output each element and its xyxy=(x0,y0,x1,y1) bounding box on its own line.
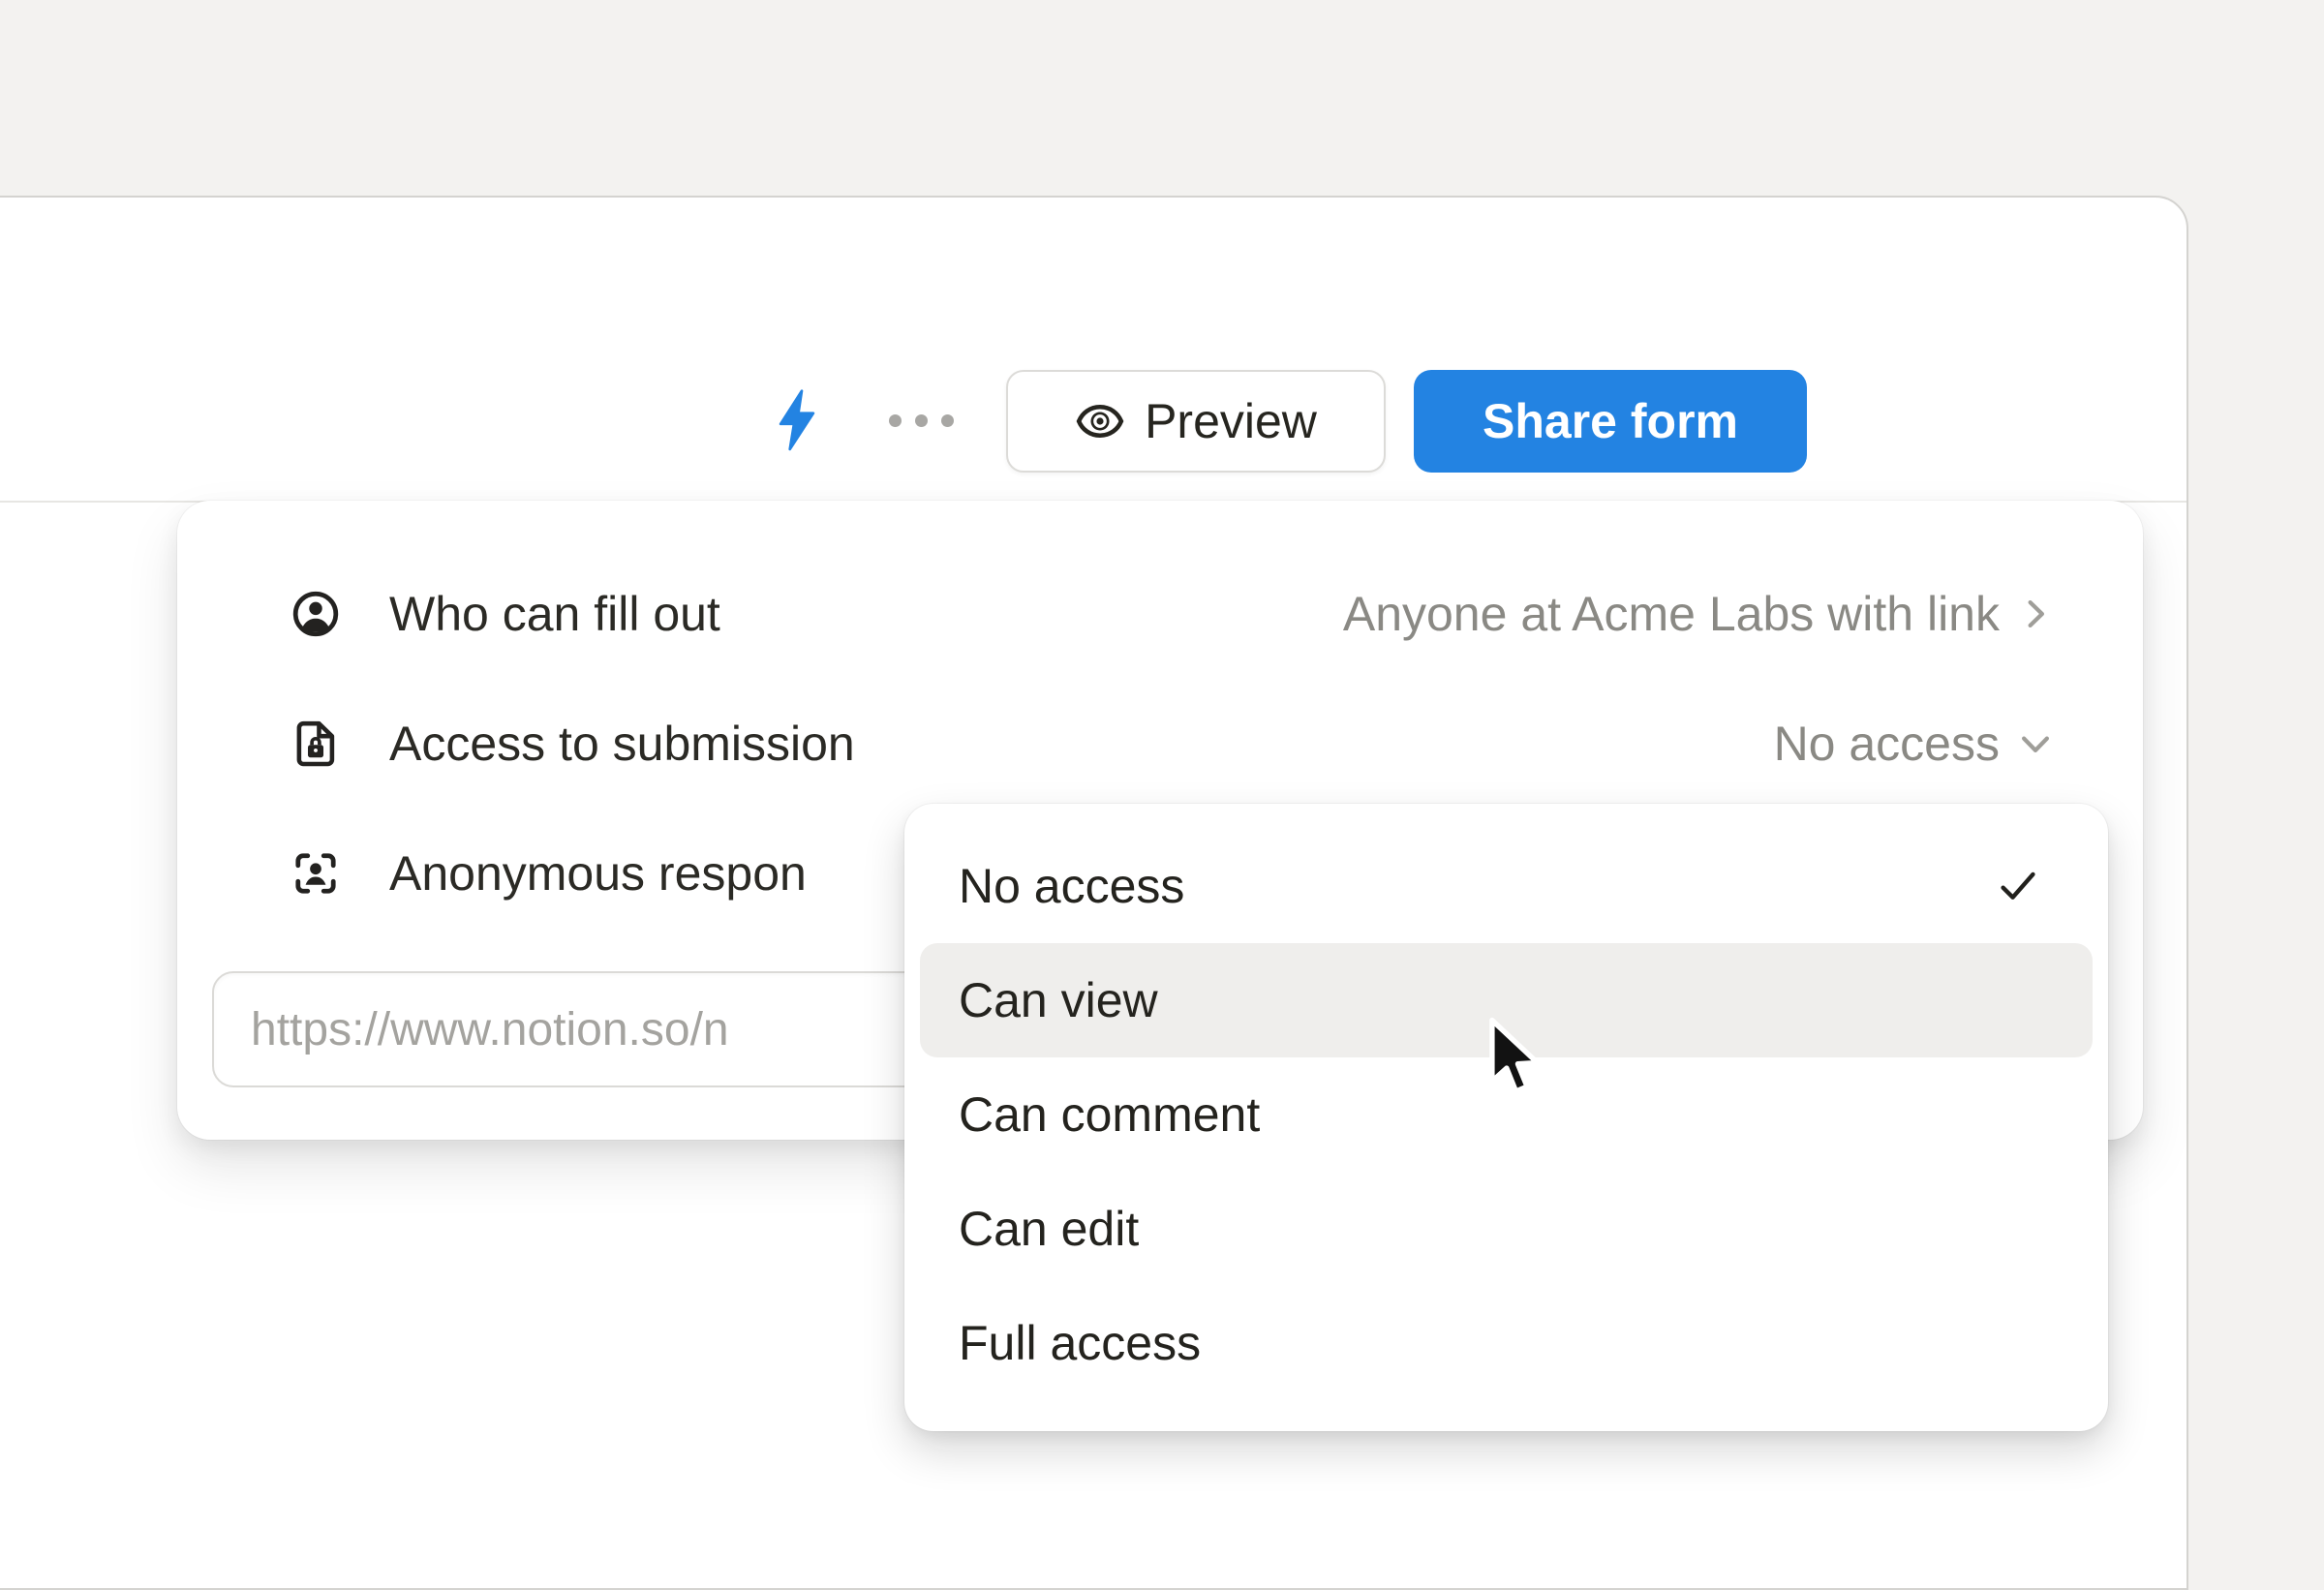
anonymous-person-icon xyxy=(290,848,341,899)
menu-item-label: Can view xyxy=(959,972,1158,1028)
row-label: Access to submission xyxy=(389,716,855,772)
access-dropdown-menu: No access Can view Can comment Can edit … xyxy=(904,804,2108,1431)
preview-button-label: Preview xyxy=(1145,393,1317,449)
document-lock-icon xyxy=(290,719,341,769)
chevron-right-icon xyxy=(2013,592,2058,636)
person-circle-icon xyxy=(290,589,341,639)
more-options-button[interactable] xyxy=(889,414,954,427)
chevron-down-icon xyxy=(2013,721,2058,766)
menu-item-label: No access xyxy=(959,858,1184,914)
share-form-button[interactable]: Share form xyxy=(1414,370,1807,473)
page-background: { "toolbar": { "preview_label": "Preview… xyxy=(0,0,2324,1549)
row-value: Anyone at Acme Labs with link xyxy=(1343,586,2000,642)
menu-item-can-edit[interactable]: Can edit xyxy=(920,1172,2093,1286)
access-to-submission-row[interactable]: Access to submission No access xyxy=(177,679,2143,809)
menu-item-full-access[interactable]: Full access xyxy=(920,1286,2093,1400)
menu-item-label: Can edit xyxy=(959,1201,1139,1257)
row-value: No access xyxy=(1774,716,2000,772)
row-label: Anonymous respon xyxy=(389,845,807,902)
share-form-button-label: Share form xyxy=(1483,393,1738,449)
menu-item-no-access[interactable]: No access xyxy=(920,829,2093,943)
eye-icon xyxy=(1075,396,1125,446)
cursor-arrow-icon xyxy=(1484,1015,1546,1104)
check-icon xyxy=(1994,862,2042,910)
toolbar: Preview Share form xyxy=(0,198,2186,503)
preview-button[interactable]: Preview xyxy=(1006,370,1386,473)
lightning-bolt-icon[interactable] xyxy=(775,387,819,453)
row-label: Who can fill out xyxy=(389,586,720,642)
menu-item-label: Full access xyxy=(959,1315,1201,1371)
who-can-fill-out-row[interactable]: Who can fill out Anyone at Acme Labs wit… xyxy=(177,549,2143,679)
menu-item-label: Can comment xyxy=(959,1086,1260,1143)
